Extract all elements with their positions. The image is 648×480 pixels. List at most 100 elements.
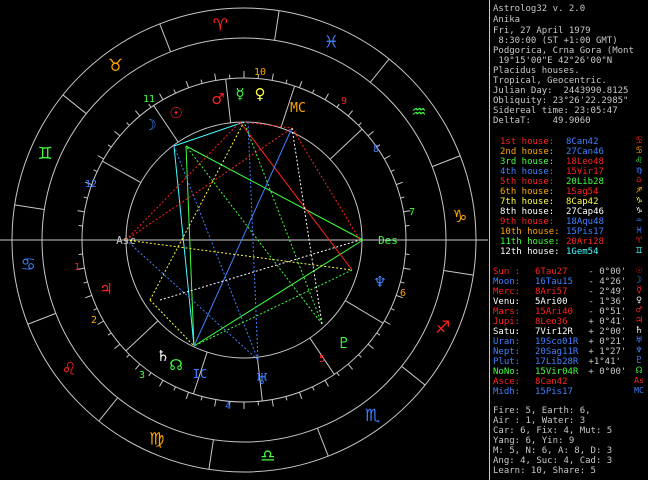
degree-tick bbox=[271, 399, 274, 407]
degree-tick bbox=[159, 380, 164, 387]
degree-tick bbox=[173, 89, 176, 94]
zodiac-sign-icon: ♍ bbox=[149, 430, 164, 450]
planet-glyph-icon: ♄ bbox=[156, 347, 169, 365]
house-cusp-value: 15Pis17 bbox=[566, 227, 604, 237]
degree-tick bbox=[390, 169, 395, 172]
house-number: 7 bbox=[409, 207, 415, 218]
zodiac-sign-icon: ♎ bbox=[260, 447, 275, 467]
degree-tick bbox=[97, 320, 104, 325]
degree-tick bbox=[134, 110, 141, 117]
degree-tick bbox=[384, 155, 391, 160]
stat-line: Air : 1, Water: 3 bbox=[493, 416, 586, 426]
degree-tick bbox=[384, 320, 391, 325]
house-label: 5th house: bbox=[500, 177, 555, 187]
degree-tick bbox=[159, 93, 164, 100]
degree-tick bbox=[390, 308, 395, 311]
planet-glyph-icon: ☿ bbox=[235, 85, 244, 103]
degree-tick bbox=[114, 130, 121, 137]
degree-tick bbox=[347, 110, 354, 117]
degree-tick bbox=[358, 354, 362, 358]
planet-orb: +1°41' bbox=[583, 357, 621, 367]
sign-divider bbox=[208, 439, 214, 470]
house-label: 6th house: bbox=[500, 187, 555, 197]
house-cusp-value: 18Aqu48 bbox=[566, 217, 604, 227]
house-label: 11th house: bbox=[500, 237, 560, 247]
planet-label: Midh: bbox=[493, 387, 521, 397]
degree-tick bbox=[185, 81, 190, 88]
degree-tick bbox=[400, 281, 405, 284]
degree-tick bbox=[148, 372, 152, 377]
sign-divider bbox=[62, 94, 87, 115]
planet-orb: + 1°27' bbox=[583, 347, 627, 357]
aspect-line bbox=[243, 121, 293, 129]
house-number: 4 bbox=[225, 401, 231, 412]
degree-tick bbox=[324, 93, 329, 100]
house-cusp-value: 8Can42 bbox=[566, 137, 599, 147]
degree-tick bbox=[85, 294, 92, 299]
program-title: Astrolog32 v. 2.0 bbox=[493, 4, 586, 14]
house-number: 6 bbox=[400, 288, 406, 299]
planet-orb: + 2°00' bbox=[583, 327, 627, 337]
aspect-line bbox=[247, 121, 259, 361]
chart-name: Anika bbox=[493, 15, 521, 25]
sidereal-time: Sidereal time: 23:05:47 bbox=[493, 106, 618, 116]
house-system: Placidus houses. bbox=[493, 66, 580, 76]
aspect-line bbox=[125, 121, 241, 241]
planet-glyph-icon: ♅ bbox=[255, 370, 268, 388]
degree-tick bbox=[83, 196, 88, 199]
planet-position: 8Leo36 bbox=[535, 317, 568, 327]
chart-time: 8:30:00 (ST +1:00 GMT) bbox=[493, 36, 618, 46]
aspect-line bbox=[149, 121, 245, 301]
stat-line: Learn: 10, Share: 5 bbox=[493, 466, 596, 476]
house-cusp-line bbox=[329, 128, 363, 160]
zodiac-sign-icon: ♋ bbox=[21, 255, 36, 275]
planet-position: 5Ari00 bbox=[535, 297, 568, 307]
planet-glyph-icon: MC bbox=[634, 386, 644, 395]
degree-tick bbox=[200, 79, 203, 84]
degree-tick bbox=[298, 392, 303, 399]
planet-label: Merc: bbox=[493, 287, 521, 297]
planet-label: Mars: bbox=[493, 307, 521, 317]
zodiac-sign-icon: ♏ bbox=[365, 406, 380, 426]
degree-tick bbox=[298, 81, 303, 88]
degree-tick bbox=[271, 73, 274, 81]
chart-date: Fri, 27 April 1979 bbox=[493, 26, 591, 36]
planet-glyph-icon: ♃ bbox=[99, 280, 112, 298]
degree-tick bbox=[358, 122, 362, 126]
house-cusp-value: 18Leo48 bbox=[566, 157, 604, 167]
house-cusp-value: 20Ari28 bbox=[566, 237, 604, 247]
stat-line: Ang: 4, Suc: 4, Cad: 3 bbox=[493, 456, 613, 466]
house-cusp-line bbox=[125, 320, 159, 352]
sign-divider bbox=[316, 428, 329, 457]
aspect-line bbox=[193, 239, 364, 347]
degree-tick bbox=[367, 343, 374, 350]
chart-place: Podgorica, Crna Gora (Mont bbox=[493, 46, 634, 56]
degree-tick bbox=[185, 392, 190, 399]
degree-tick bbox=[97, 155, 104, 160]
zodiac-sign-icon: ♊ bbox=[38, 144, 53, 164]
aspect-line bbox=[243, 121, 323, 325]
planet-label: Plut: bbox=[493, 357, 521, 367]
degree-tick bbox=[107, 144, 112, 148]
planet-position: 15Vir04R bbox=[535, 367, 579, 377]
planet-label: Asce: bbox=[493, 377, 521, 387]
house-label: 12th house: bbox=[500, 247, 560, 257]
degree-tick bbox=[324, 380, 329, 387]
zodiac-sign-icon: ♒ bbox=[411, 103, 426, 123]
zodiac-sign-icon: ♉ bbox=[108, 56, 123, 76]
planet-position: 19Sco01R bbox=[535, 337, 579, 347]
degree-tick bbox=[367, 130, 374, 137]
house-label: 2nd house: bbox=[500, 147, 555, 157]
planet-glyph-icon: ♂ bbox=[211, 90, 224, 108]
sign-divider bbox=[14, 204, 45, 210]
degree-tick bbox=[336, 103, 340, 108]
planet-glyph-icon: ♀ bbox=[255, 85, 266, 103]
degree-tick bbox=[336, 372, 340, 377]
degree-tick bbox=[403, 267, 411, 270]
planet-glyph-icon: ☊ bbox=[169, 356, 182, 374]
house-cusp-value: 27Can46 bbox=[566, 147, 604, 157]
sign-divider bbox=[369, 58, 390, 83]
planet-orb: - 0°00' bbox=[583, 267, 627, 277]
planet-glyph-icon: As bbox=[634, 376, 644, 385]
aspect-line bbox=[125, 239, 259, 361]
